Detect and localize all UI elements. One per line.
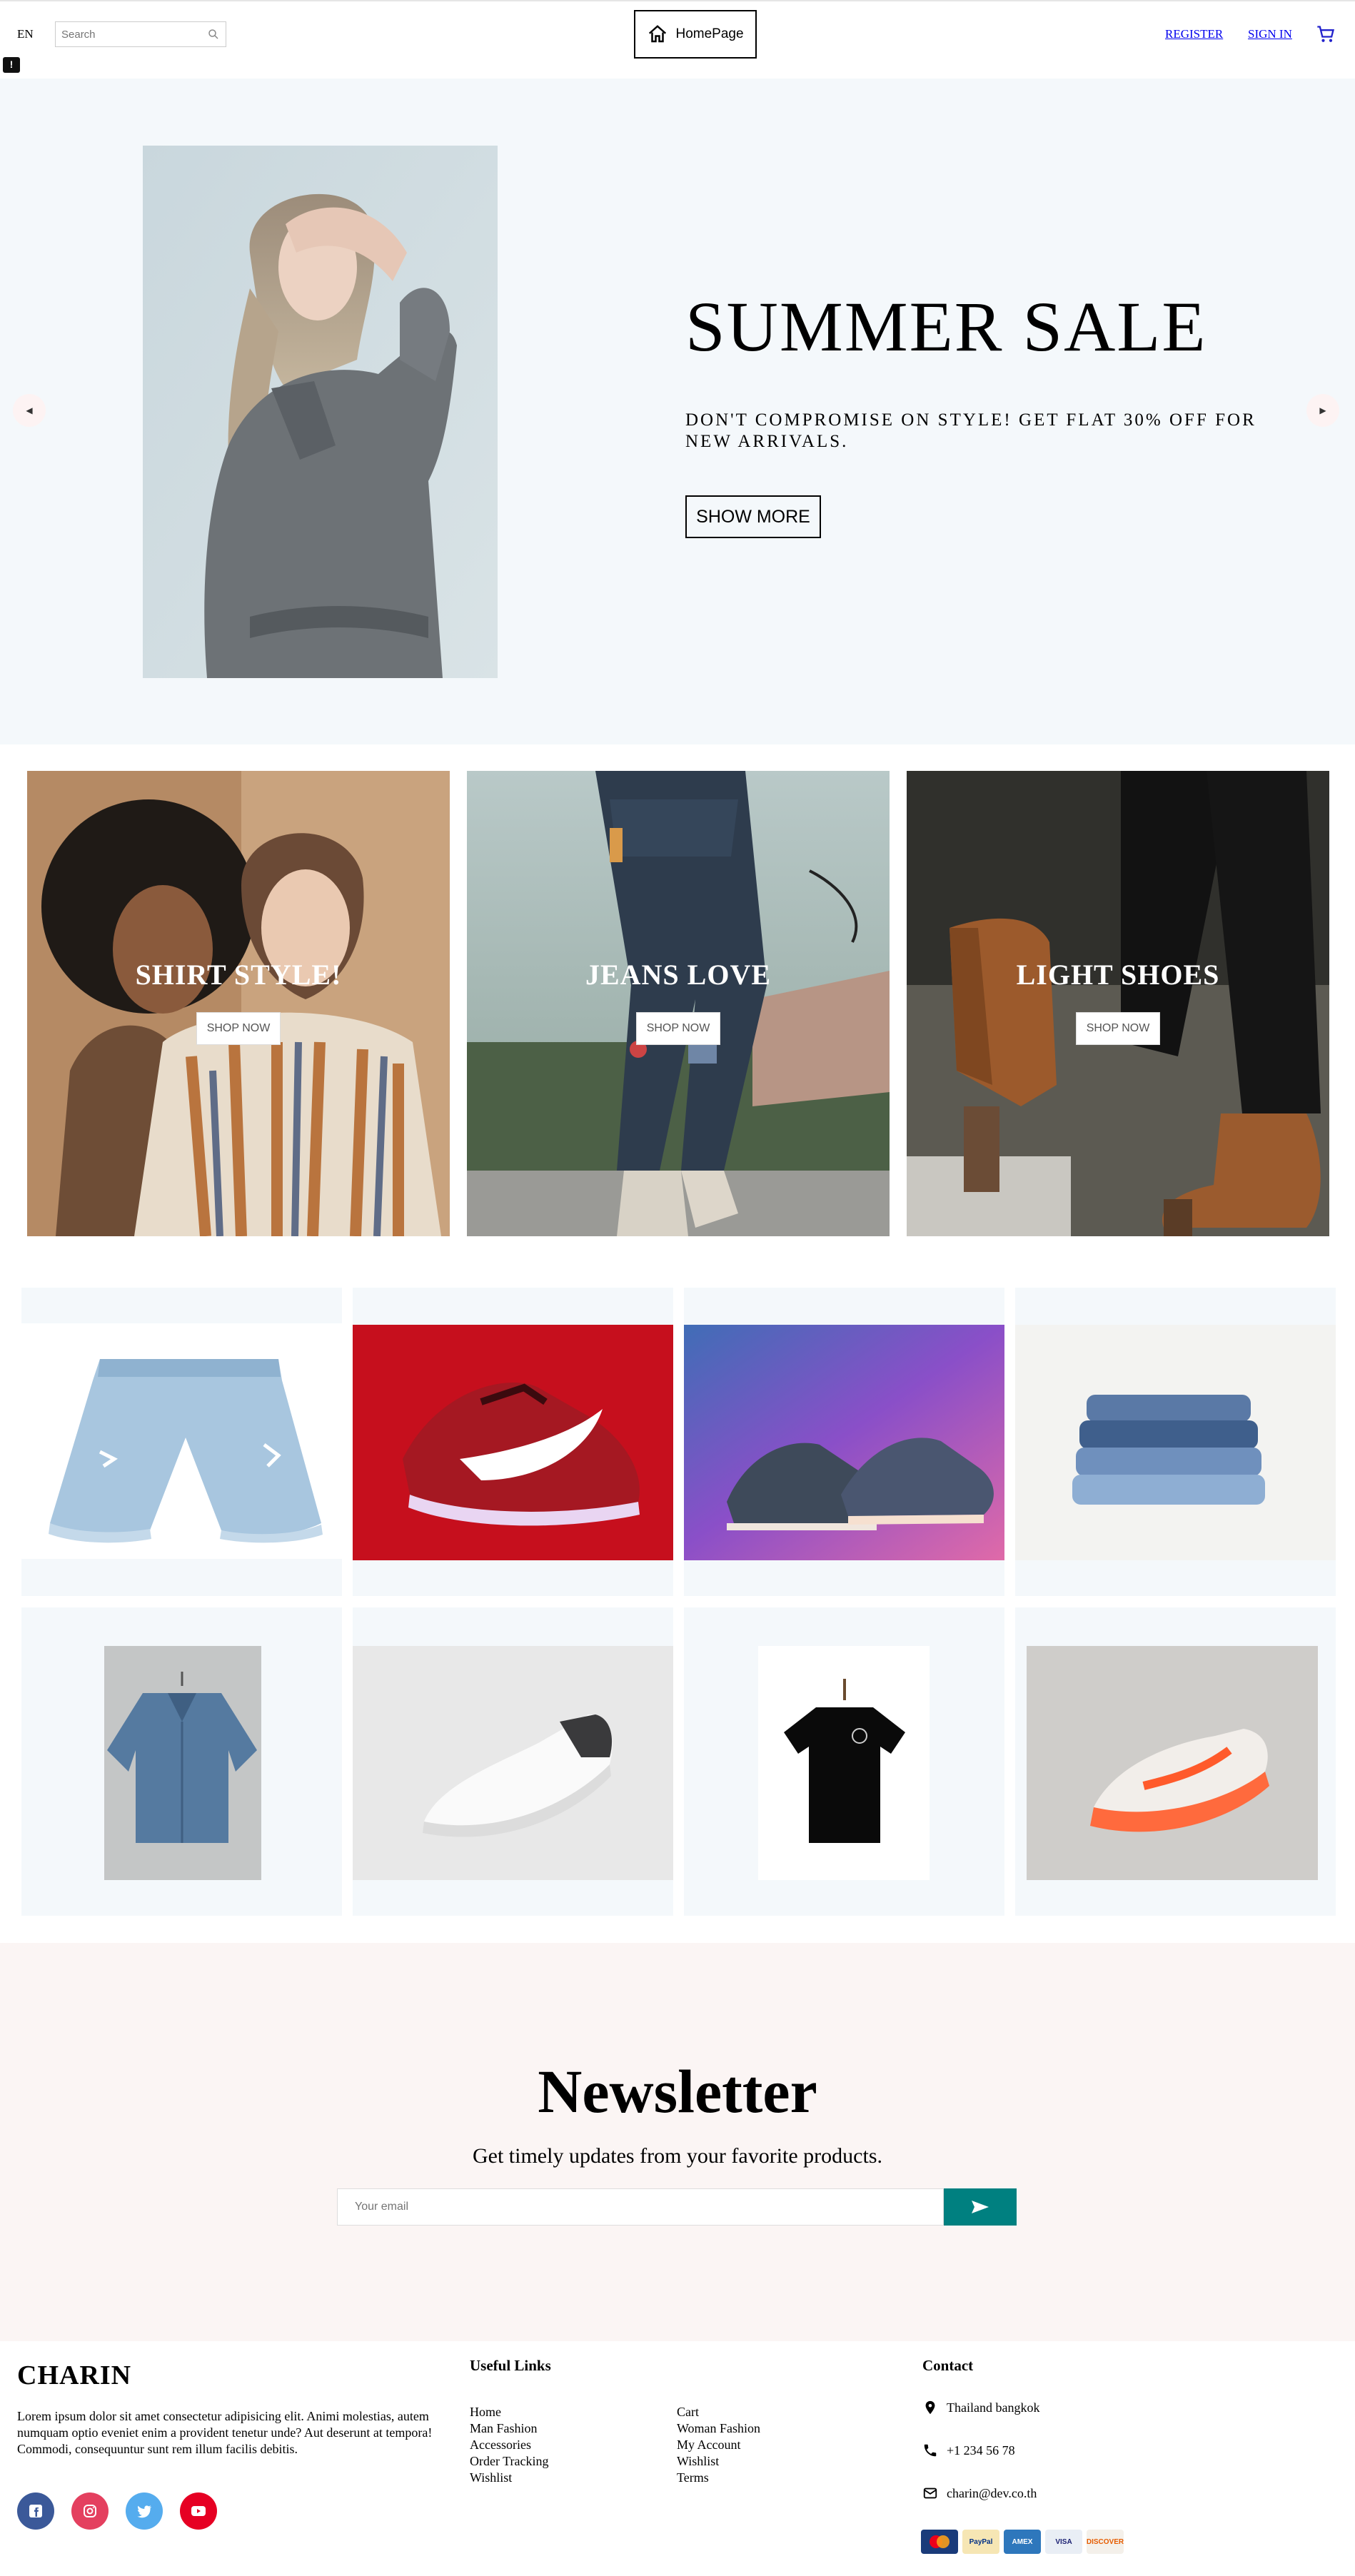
youtube-icon: [191, 2506, 206, 2516]
red-sneaker-image: [353, 1325, 673, 1560]
next-slide-arrow[interactable]: ▶: [1306, 394, 1339, 427]
product-card[interactable]: [21, 1288, 342, 1596]
shop-now-button[interactable]: SHOP NOW: [196, 1012, 281, 1045]
folded-jeans-image: [1015, 1325, 1336, 1560]
contact-phone: +1 234 56 78: [922, 2443, 1015, 2458]
shirt-category-image: [27, 771, 450, 1236]
arrow-right-icon: ▶: [1319, 405, 1326, 415]
footer-link[interactable]: Wishlist: [470, 2470, 549, 2486]
white-sneaker-image: [353, 1646, 673, 1880]
hero-description: DON'T COMPROMISE ON STYLE! GET FLAT 30% …: [685, 410, 1256, 451]
shopping-cart-icon[interactable]: [1316, 24, 1336, 44]
category-card-shoes[interactable]: LIGHT SHOES SHOP NOW: [907, 771, 1329, 1236]
footer-link[interactable]: Cart: [677, 2404, 760, 2420]
product-card[interactable]: [684, 1607, 1004, 1916]
newsletter-description: Get timely updates from your favorite pr…: [472, 2144, 882, 2168]
homepage-button[interactable]: HomePage: [634, 10, 757, 59]
phone-text: +1 234 56 78: [947, 2443, 1015, 2458]
discover-label: DISCOVER: [1086, 2537, 1124, 2546]
useful-links-col1: Home Man Fashion Accessories Order Track…: [470, 2404, 549, 2486]
newsletter-section: Newsletter Get timely updates from your …: [0, 1943, 1355, 2341]
shoes-category-image: [907, 771, 1329, 1236]
footer-link[interactable]: Man Fashion: [470, 2420, 549, 2437]
contact-title: Contact: [922, 2357, 974, 2374]
language-selector[interactable]: EN: [17, 27, 34, 41]
twitter-icon: [137, 2505, 151, 2518]
category-card-shirt[interactable]: SHIRT STYLE! SHOP NOW: [27, 771, 450, 1236]
visa-badge: VISA: [1045, 2530, 1082, 2554]
newsletter-title: Newsletter: [538, 2057, 817, 2126]
prev-slide-arrow[interactable]: ◀: [13, 394, 46, 427]
footer-link[interactable]: Wishlist: [677, 2453, 760, 2470]
category-card-jeans[interactable]: JEANS LOVE SHOP NOW: [467, 771, 890, 1236]
address-text: Thailand bangkok: [947, 2400, 1040, 2415]
phone-icon: [924, 2444, 937, 2457]
shop-now-button[interactable]: SHOP NOW: [636, 1012, 720, 1045]
signin-link[interactable]: SIGN IN: [1248, 27, 1292, 41]
footer-brand: CHARIN: [17, 2360, 132, 2390]
hero-model-image: [143, 146, 498, 678]
mastercard-badge: [921, 2530, 958, 2554]
youtube-link[interactable]: [180, 2492, 217, 2530]
amex-label: AMEX: [1012, 2537, 1033, 2546]
product-card[interactable]: [21, 1607, 342, 1916]
search-icon[interactable]: [207, 28, 220, 41]
contact-email: charin@dev.co.th: [922, 2485, 1037, 2501]
orange-sneaker-image: [1027, 1646, 1318, 1880]
product-card[interactable]: [353, 1607, 673, 1916]
footer-link[interactable]: Terms: [677, 2470, 760, 2486]
paypal-badge: PayPal: [962, 2530, 999, 2554]
shop-now-button[interactable]: SHOP NOW: [1076, 1012, 1160, 1045]
location-pin-icon: [925, 2400, 935, 2415]
visa-label: VISA: [1055, 2537, 1072, 2546]
navbar: EN HomePage REGISTER SIGN IN !: [0, 0, 1355, 79]
mail-icon: [923, 2487, 937, 2499]
product-card[interactable]: [1015, 1288, 1336, 1596]
facebook-icon: [29, 2505, 42, 2517]
hero-title: SUMMER SALE: [685, 287, 1207, 366]
footer-link[interactable]: My Account: [677, 2437, 760, 2453]
product-card[interactable]: [684, 1288, 1004, 1596]
denim-shorts-image: [21, 1323, 342, 1559]
instagram-link[interactable]: [71, 2492, 109, 2530]
category-title: SHIRT STYLE!: [135, 959, 342, 991]
home-icon: [649, 25, 667, 43]
send-icon: [972, 2201, 989, 2213]
footer-link[interactable]: Accessories: [470, 2437, 549, 2453]
useful-links-title: Useful Links: [470, 2357, 551, 2374]
footer-link[interactable]: Home: [470, 2404, 549, 2420]
contact-address: Thailand bangkok: [922, 2400, 1039, 2415]
denim-shirt-image: [104, 1646, 261, 1880]
category-title: JEANS LOVE: [585, 959, 772, 991]
paypal-label: PayPal: [969, 2537, 993, 2546]
arrow-left-icon: ◀: [26, 405, 33, 415]
footer-brand-description: Lorem ipsum dolor sit amet consectetur a…: [17, 2409, 433, 2456]
product-card[interactable]: [353, 1288, 673, 1596]
email-text: charin@dev.co.th: [947, 2485, 1037, 2500]
neon-sneakers-image: [684, 1325, 1004, 1560]
discover-badge: DISCOVER: [1087, 2530, 1124, 2554]
product-card[interactable]: [1015, 1607, 1336, 1916]
send-button[interactable]: [944, 2188, 1017, 2226]
email-field[interactable]: [337, 2188, 944, 2226]
category-title: LIGHT SHOES: [1016, 959, 1220, 991]
feedback-icon[interactable]: !: [3, 57, 20, 73]
homepage-label: HomePage: [675, 26, 744, 41]
useful-links-col2: Cart Woman Fashion My Account Wishlist T…: [677, 2404, 760, 2486]
facebook-link[interactable]: [17, 2492, 54, 2530]
instagram-icon: [84, 2505, 96, 2517]
mastercard-icon: [930, 2535, 949, 2548]
show-more-button[interactable]: SHOW MORE: [685, 495, 821, 538]
hero-slider: ◀ ▶ SUMMER SALE DON'T COMPROMISE ON STYL…: [0, 79, 1355, 744]
register-link[interactable]: REGISTER: [1165, 27, 1223, 41]
search-input[interactable]: [56, 22, 198, 46]
twitter-link[interactable]: [126, 2492, 163, 2530]
black-tshirt-image: [758, 1646, 930, 1880]
footer-link[interactable]: Order Tracking: [470, 2453, 549, 2470]
search-box[interactable]: [55, 21, 226, 47]
footer-link[interactable]: Woman Fashion: [677, 2420, 760, 2437]
amex-badge: AMEX: [1004, 2530, 1041, 2554]
jeans-category-image: [467, 771, 890, 1236]
